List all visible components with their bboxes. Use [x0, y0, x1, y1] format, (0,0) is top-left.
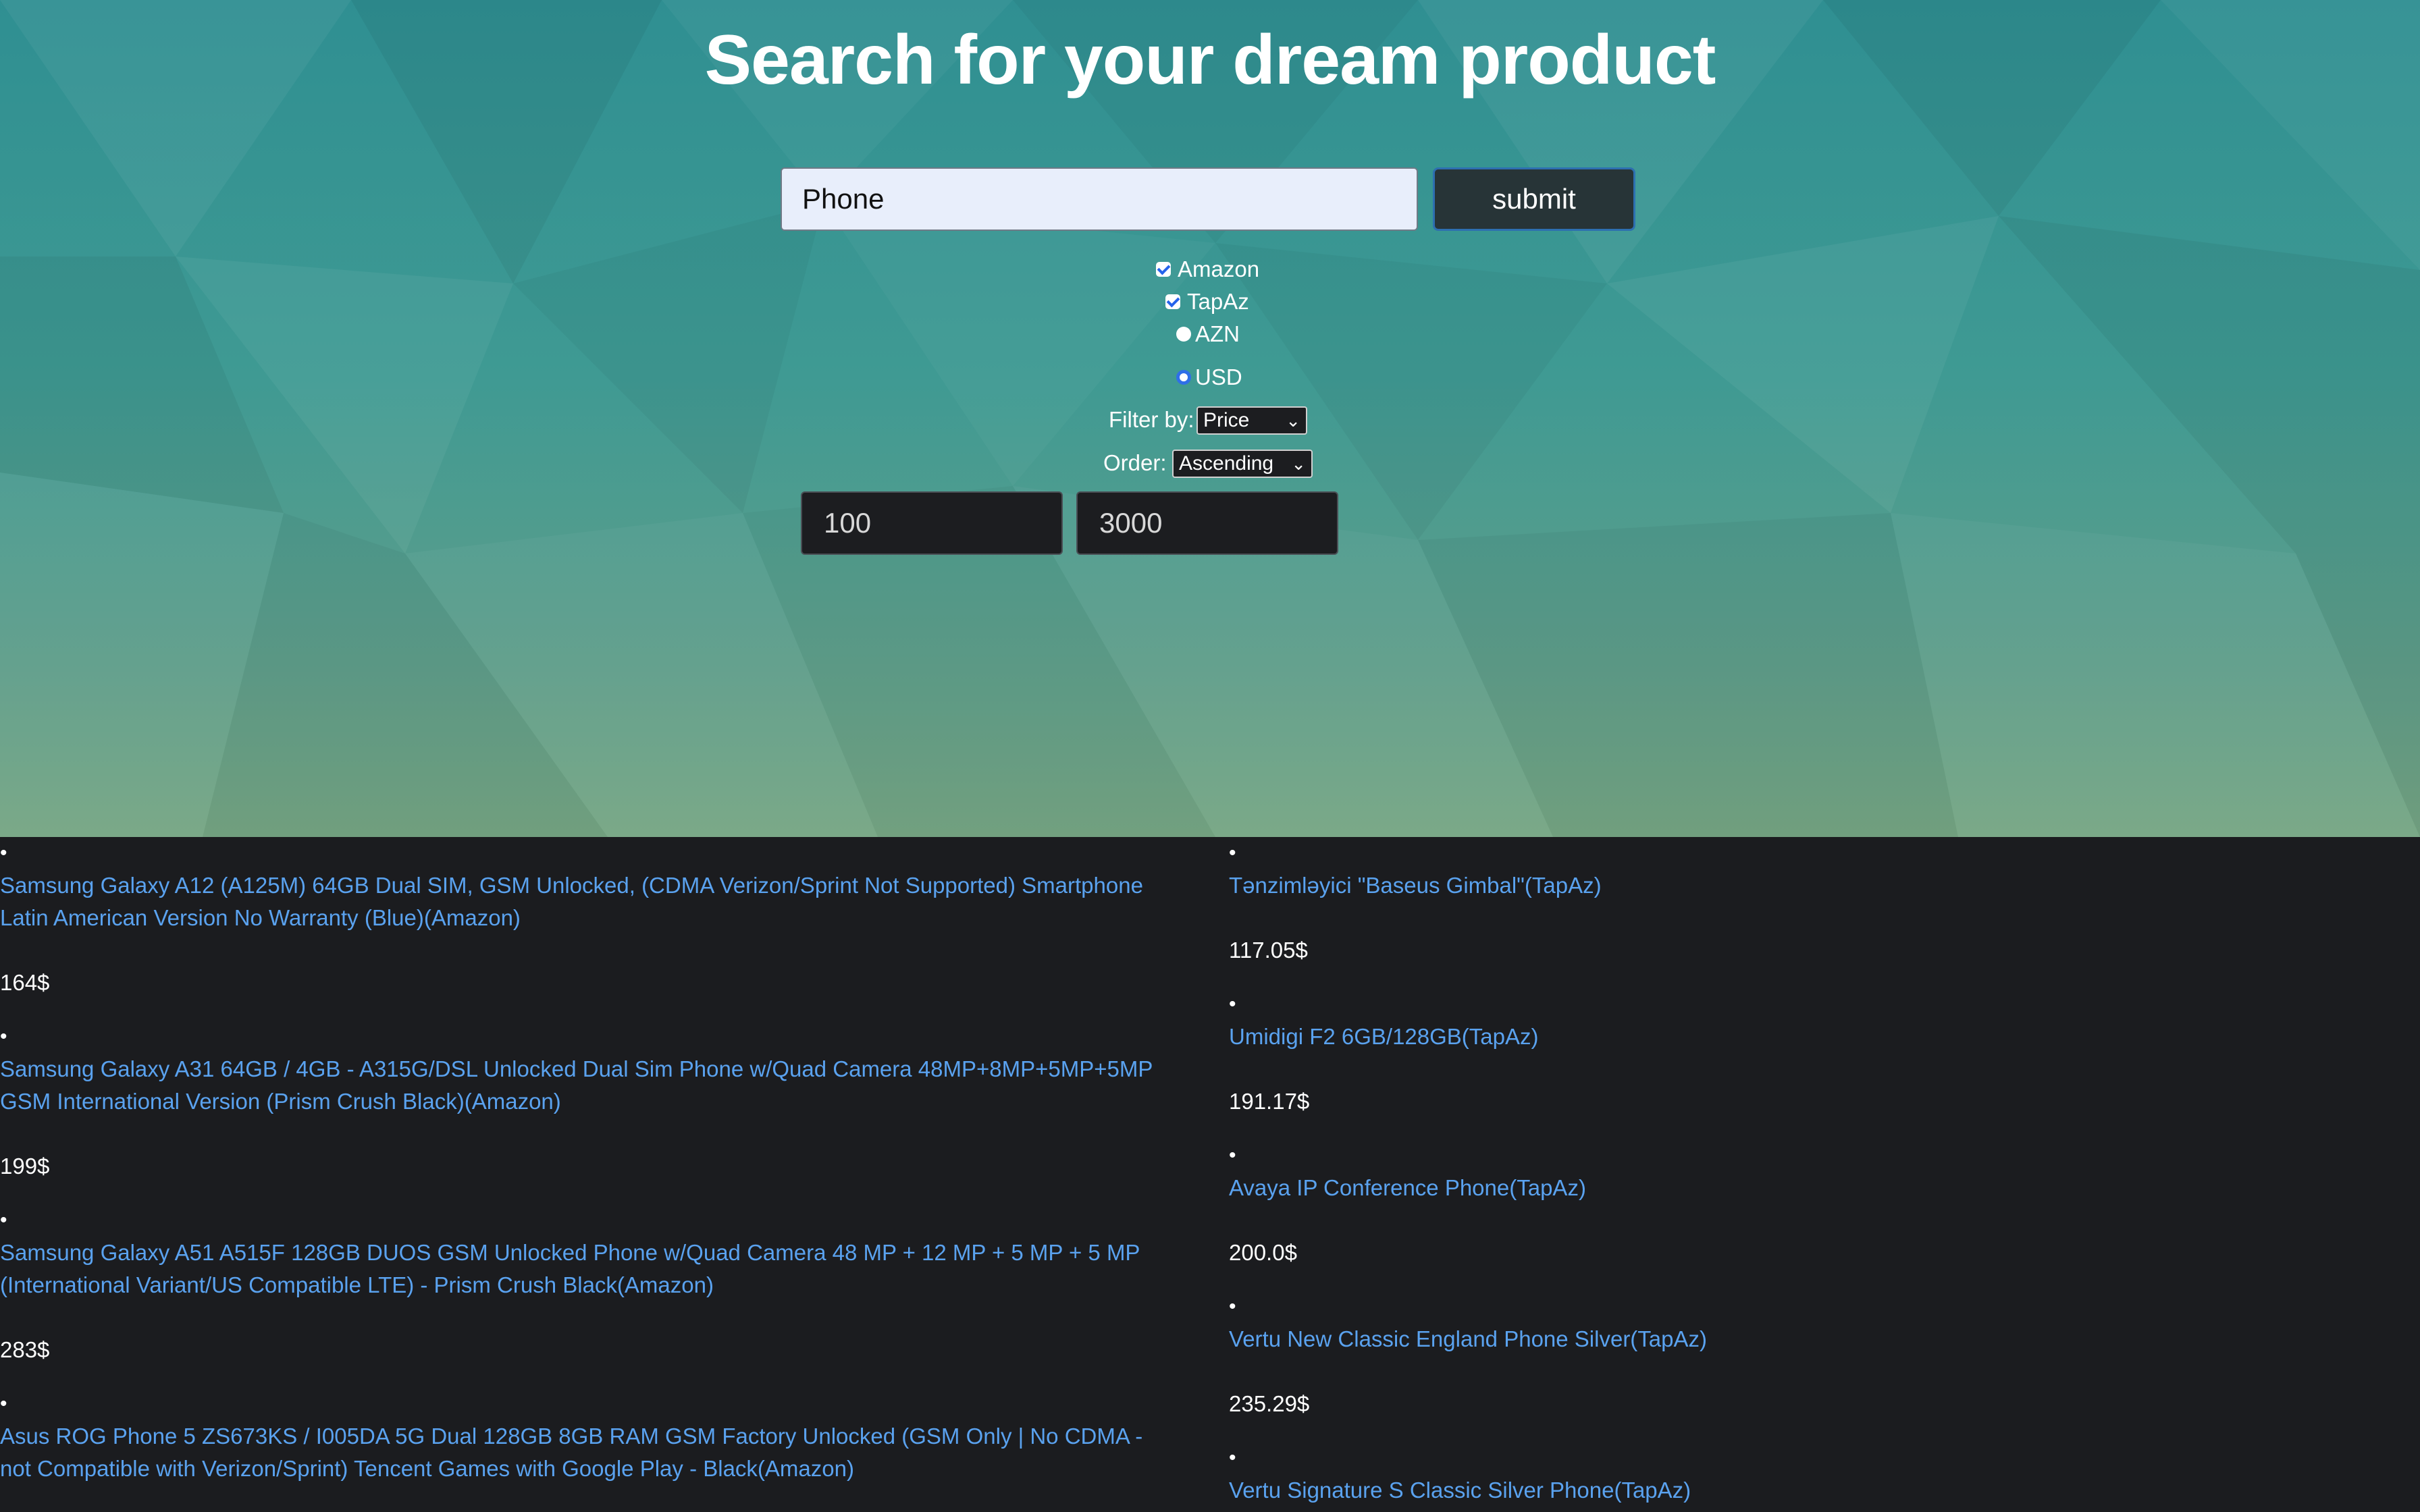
product-link[interactable]: Vertu New Classic England Phone Silver(T…: [1229, 1323, 1707, 1355]
list-item: • Samsung Galaxy A12 (A125M) 64GB Dual S…: [0, 837, 1161, 999]
source-tapaz-label: TapAz: [1187, 289, 1249, 314]
search-input[interactable]: [781, 167, 1418, 231]
bullet: •: [1229, 993, 1236, 1015]
chevron-down-icon: ⌄: [1286, 410, 1300, 431]
bullet: •: [0, 1393, 7, 1415]
list-item: • Umidigi F2 6GB/128GB(TapAz) 191.17$: [1229, 988, 1539, 1118]
product-price: 191.17$: [1229, 1089, 1310, 1114]
product-price: 283$: [0, 1337, 50, 1362]
product-link[interactable]: Samsung Galaxy A51 A515F 128GB DUOS GSM …: [0, 1237, 1161, 1301]
currency-usd-label: USD: [1195, 364, 1242, 389]
list-item: • Samsung Galaxy A31 64GB / 4GB - A315G/…: [0, 1021, 1161, 1183]
filter-select-value: Price: [1203, 409, 1250, 431]
source-tapaz-checkbox[interactable]: TapAz: [1165, 289, 1249, 315]
filter-select[interactable]: Price ⌄: [1196, 406, 1307, 435]
list-item: • Vertu Signature S Classic Silver Phone…: [1229, 1442, 1691, 1507]
page-title: Search for your dream product: [704, 21, 1716, 99]
product-link[interactable]: Samsung Galaxy A31 64GB / 4GB - A315G/DS…: [0, 1053, 1161, 1118]
min-price-input[interactable]: [801, 491, 1063, 555]
source-amazon-label: Amazon: [1178, 256, 1260, 281]
product-price: 117.05$: [1229, 938, 1308, 963]
bullet: •: [1229, 842, 1236, 864]
product-link[interactable]: Tənzimləyici "Baseus Gimbal"(TapAz): [1229, 869, 1602, 902]
submit-button[interactable]: submit: [1433, 167, 1635, 231]
checkbox-checked-icon[interactable]: [1165, 294, 1180, 309]
currency-azn-radio[interactable]: AZN: [1176, 321, 1240, 347]
filter-label: Filter by:: [1109, 407, 1194, 432]
list-item: • Avaya IP Conference Phone(TapAz) 200.0…: [1229, 1139, 1586, 1269]
max-price-input[interactable]: [1076, 491, 1338, 555]
product-price: 199$: [0, 1154, 50, 1179]
bullet: •: [0, 842, 7, 864]
product-link[interactable]: Avaya IP Conference Phone(TapAz): [1229, 1172, 1586, 1204]
product-price: 235.29$: [1229, 1391, 1310, 1416]
bullet: •: [1229, 1144, 1236, 1166]
bullet: •: [1229, 1295, 1236, 1318]
order-select[interactable]: Ascending ⌄: [1172, 450, 1313, 478]
results-section: • Samsung Galaxy A12 (A125M) 64GB Dual S…: [0, 837, 2420, 1512]
hero-banner: Search for your dream product submit Ama…: [0, 0, 2420, 837]
chevron-down-icon: ⌄: [1291, 454, 1306, 474]
currency-azn-label: AZN: [1195, 321, 1240, 346]
order-label: Order:: [1103, 450, 1167, 475]
product-link[interactable]: Asus ROG Phone 5 ZS673KS / I005DA 5G Dua…: [0, 1420, 1161, 1485]
order-select-value: Ascending: [1179, 452, 1274, 475]
bullet: •: [1229, 1447, 1236, 1469]
product-link[interactable]: Umidigi F2 6GB/128GB(TapAz): [1229, 1021, 1539, 1053]
checkbox-checked-icon[interactable]: [1156, 262, 1171, 277]
product-price: 164$: [0, 970, 50, 995]
list-item: • Samsung Galaxy A51 A515F 128GB DUOS GS…: [0, 1204, 1161, 1366]
product-price: 200.0$: [1229, 1240, 1297, 1265]
list-item: • Vertu New Classic England Phone Silver…: [1229, 1291, 1707, 1420]
list-item: • Tənzimləyici "Baseus Gimbal"(TapAz) 11…: [1229, 837, 1602, 967]
product-link[interactable]: Vertu Signature S Classic Silver Phone(T…: [1229, 1474, 1691, 1507]
bullet: •: [0, 1209, 7, 1231]
source-amazon-checkbox[interactable]: Amazon: [1156, 256, 1259, 282]
product-link[interactable]: Samsung Galaxy A12 (A125M) 64GB Dual SIM…: [0, 869, 1161, 934]
list-item: • Asus ROG Phone 5 ZS673KS / I005DA 5G D…: [0, 1388, 1161, 1485]
currency-usd-radio[interactable]: USD: [1176, 364, 1242, 390]
radio-unselected-icon[interactable]: [1176, 327, 1191, 342]
radio-selected-icon[interactable]: [1176, 370, 1191, 385]
bullet: •: [0, 1025, 7, 1048]
